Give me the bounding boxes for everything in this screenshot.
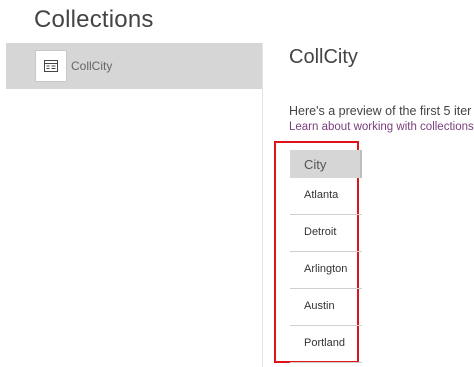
table-row: Austin xyxy=(290,289,362,326)
table-cell: Austin xyxy=(304,300,335,312)
table-row: Portland xyxy=(290,326,362,363)
table-row: Arlington xyxy=(290,252,362,289)
table-row: Detroit xyxy=(290,215,362,252)
collections-page: Collections CollCity CollCity Here's a p… xyxy=(0,0,474,367)
table-cell: Detroit xyxy=(304,226,337,238)
learn-collections-link[interactable]: Learn about working with collections xyxy=(289,121,474,133)
column-header-label: City xyxy=(304,157,327,172)
collection-detail: CollCity Here's a preview of the first 5… xyxy=(263,43,474,367)
preview-description: Here's a preview of the first 5 iter xyxy=(289,104,472,118)
collection-item-label: CollCity xyxy=(71,59,113,73)
collection-title: CollCity xyxy=(289,46,358,68)
collections-list: CollCity xyxy=(6,43,262,367)
table-cell: Atlanta xyxy=(304,189,339,201)
column-header-city[interactable]: City xyxy=(290,150,362,178)
preview-table-highlight: City Atlanta Detroit Arlington Austin Po… xyxy=(274,141,362,363)
table-cell: Portland xyxy=(304,337,345,349)
page-title: Collections xyxy=(34,6,154,33)
column-resize-handle[interactable] xyxy=(360,150,362,178)
table-row: Atlanta xyxy=(290,178,362,215)
table-cell: Arlington xyxy=(304,263,348,275)
table-icon xyxy=(35,50,67,82)
collection-item-collcity[interactable]: CollCity xyxy=(6,43,262,89)
